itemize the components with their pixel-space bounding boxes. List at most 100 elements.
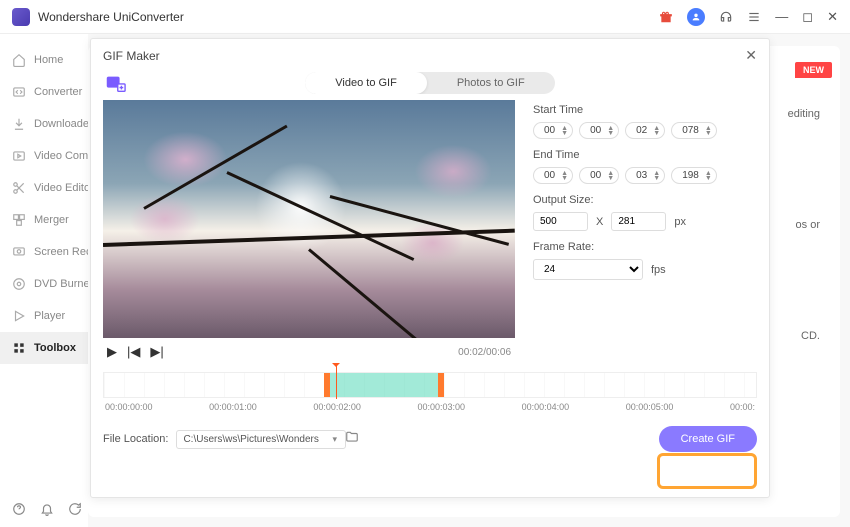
app-name: Wondershare UniConverter [38,10,659,24]
start-minutes-input[interactable]: 00▲▼ [579,122,619,139]
scissors-icon [12,181,26,195]
toolbox-icon [12,341,26,355]
sidebar-label: Video Editor [34,182,88,194]
range-handle-left[interactable] [324,373,330,397]
play-button[interactable]: ▶ [107,344,117,360]
end-time-label: End Time [533,149,743,161]
add-media-icon[interactable] [103,72,127,94]
output-width-input[interactable] [533,212,588,231]
start-hours-input[interactable]: 00▲▼ [533,122,573,139]
app-logo-icon [12,8,30,26]
frame-rate-label: Frame Rate: [533,241,743,253]
sidebar-label: Downloader [34,118,88,130]
support-icon[interactable] [719,10,733,24]
sidebar-item-recorder[interactable]: Screen Recorder [0,236,88,268]
sidebar-item-player[interactable]: Player [0,300,88,332]
new-badge: NEW [795,62,832,78]
user-avatar-icon[interactable] [687,8,705,26]
sidebar-label: Home [34,54,63,66]
tick-label: 00:00:00:00 [105,402,153,412]
prev-frame-button[interactable]: |◀ [127,344,140,360]
selection-range[interactable] [324,373,444,397]
spinner-arrows[interactable]: ▲▼ [561,126,568,136]
spinner-arrows[interactable]: ▲▼ [653,126,660,136]
timeline: 00:00:00:00 00:00:01:00 00:00:02:00 00:0… [91,372,769,416]
spinner-arrows[interactable]: ▲▼ [607,171,614,181]
tab-photos-to-gif[interactable]: Photos to GIF [427,72,555,94]
maximize-button[interactable]: ◻ [802,9,813,25]
bg-text: CD. [801,330,820,342]
px-label: px [674,216,686,228]
content-area: NEW editing os or CD. GIF Maker ✕ Video … [88,34,850,527]
tick-label: 00:00: [730,402,755,412]
gift-icon[interactable] [659,10,673,24]
tab-video-to-gif[interactable]: Video to GIF [305,72,427,94]
end-hours-input[interactable]: 00▲▼ [533,167,573,184]
sidebar-item-dvd[interactable]: DVD Burner [0,268,88,300]
chevron-down-icon[interactable]: ▾ [332,434,337,445]
notification-icon[interactable] [40,502,54,519]
sidebar: Home Converter Downloader Video Compress… [0,34,88,527]
fps-label: fps [651,264,666,276]
tab-group: Video to GIF Photos to GIF [305,72,554,94]
playhead[interactable] [336,365,337,399]
sidebar-item-compressor[interactable]: Video Compressor [0,140,88,172]
record-icon [12,245,26,259]
next-frame-button[interactable]: ▶| [150,344,163,360]
sidebar-label: DVD Burner [34,278,88,290]
spinner-arrows[interactable]: ▲▼ [607,126,614,136]
sidebar-item-converter[interactable]: Converter [0,76,88,108]
folder-icon[interactable] [345,430,359,449]
bottom-icons [12,502,82,519]
start-ms-input[interactable]: 078▲▼ [671,122,717,139]
tick-label: 00:00:05:00 [626,402,674,412]
close-button[interactable]: ✕ [827,9,838,25]
sidebar-item-downloader[interactable]: Downloader [0,108,88,140]
output-height-input[interactable] [611,212,666,231]
feedback-icon[interactable] [68,502,82,519]
timeline-ticks: 00:00:00:00 00:00:01:00 00:00:02:00 00:0… [103,398,757,416]
video-preview[interactable] [103,100,515,338]
playback-time: 00:02/00:06 [458,347,511,358]
range-handle-right[interactable] [438,373,444,397]
download-icon [12,117,26,131]
dvd-icon [12,277,26,291]
close-icon[interactable]: ✕ [745,47,757,64]
file-location-label: File Location: [103,433,168,445]
spinner-arrows[interactable]: ▲▼ [561,171,568,181]
controls-panel: Start Time 00▲▼ 00▲▼ 02▲▼ 078▲▼ End Time… [533,100,743,366]
tick-label: 00:00:04:00 [522,402,570,412]
start-seconds-input[interactable]: 02▲▼ [625,122,665,139]
sidebar-label: Toolbox [34,342,76,354]
end-seconds-input[interactable]: 03▲▼ [625,167,665,184]
tick-label: 00:00:03:00 [417,402,465,412]
help-icon[interactable] [12,502,26,519]
sidebar-label: Video Compressor [34,150,88,162]
sidebar-label: Converter [34,86,82,98]
sidebar-item-toolbox[interactable]: Toolbox [0,332,88,364]
spinner-arrows[interactable]: ▲▼ [653,171,660,181]
timeline-track[interactable] [103,372,757,398]
spinner-arrows[interactable]: ▲▼ [705,171,712,181]
end-ms-input[interactable]: 198▲▼ [671,167,717,184]
sidebar-label: Merger [34,214,69,226]
spinner-arrows[interactable]: ▲▼ [705,126,712,136]
x-label: X [596,216,603,228]
sidebar-label: Screen Recorder [34,246,88,258]
sidebar-item-merger[interactable]: Merger [0,204,88,236]
frame-rate-select[interactable]: 24 [533,259,643,280]
titlebar: Wondershare UniConverter — ◻ ✕ [0,0,850,34]
end-minutes-input[interactable]: 00▲▼ [579,167,619,184]
minimize-button[interactable]: — [775,9,788,24]
compress-icon [12,149,26,163]
menu-icon[interactable] [747,10,761,24]
converter-icon [12,85,26,99]
sidebar-item-home[interactable]: Home [0,44,88,76]
create-gif-button[interactable]: Create GIF [659,426,757,452]
tick-label: 00:00:01:00 [209,402,257,412]
gif-maker-modal: GIF Maker ✕ Video to GIF Photos to GIF [90,38,770,498]
player-icon [12,309,26,323]
start-time-label: Start Time [533,104,743,116]
file-location-input[interactable] [176,430,346,449]
sidebar-item-editor[interactable]: Video Editor [0,172,88,204]
